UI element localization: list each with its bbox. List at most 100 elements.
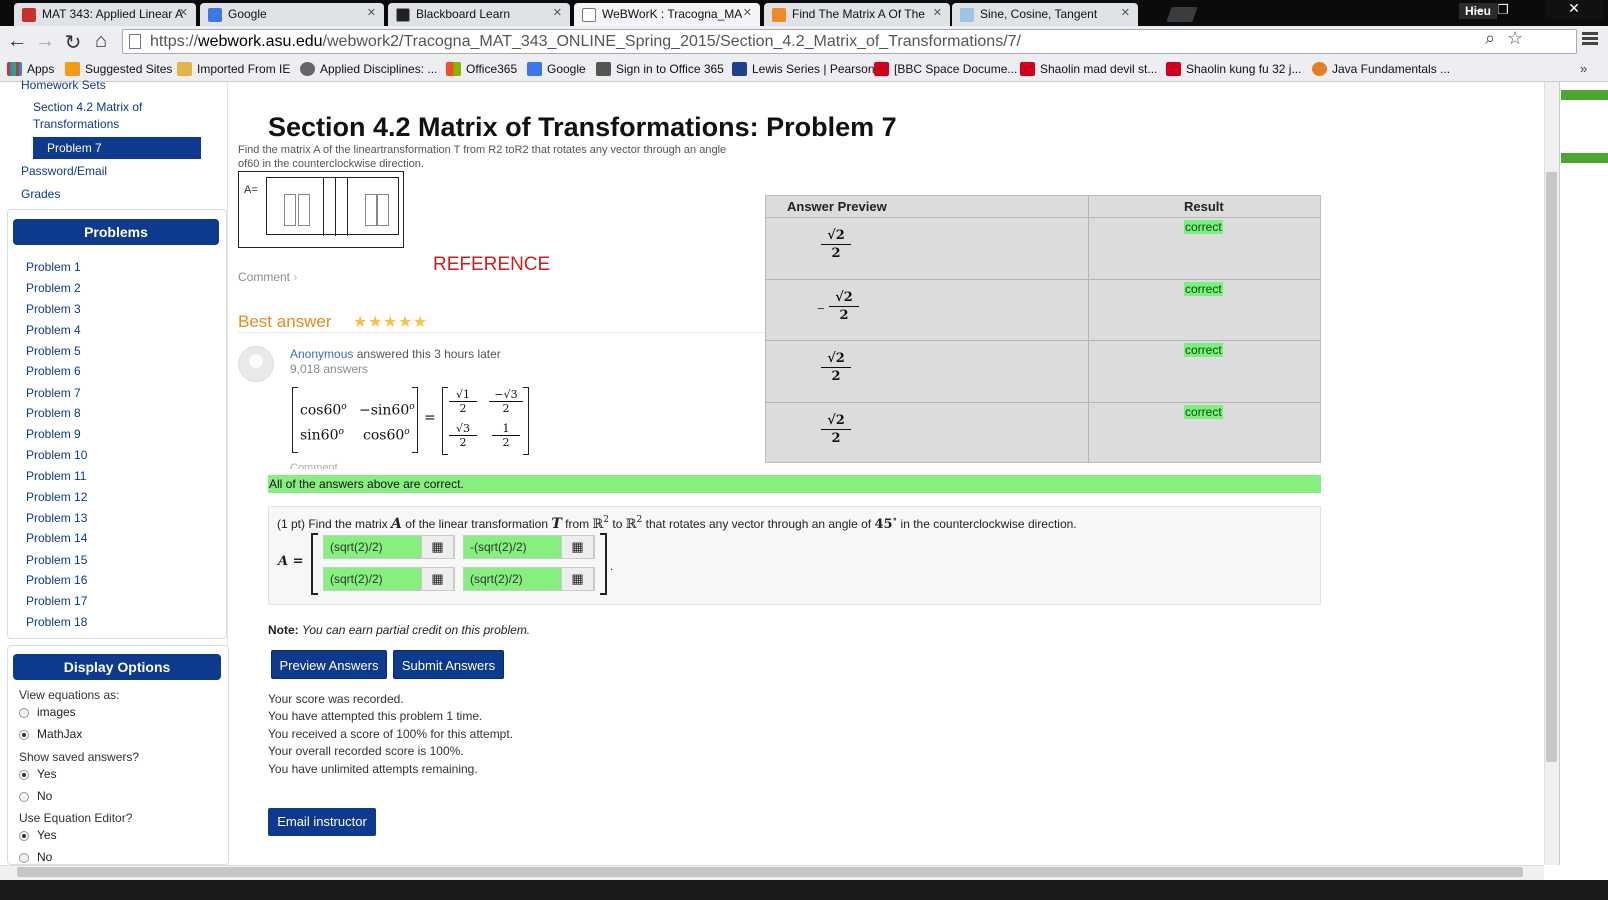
bookmark-shaolin-kung-fu[interactable]: Shaolin kung fu 32 j... (1166, 62, 1301, 76)
sidebar-password-email[interactable]: Password/Email (21, 164, 107, 178)
sidebar-item-problem-18[interactable]: Problem 18 (26, 615, 87, 629)
sidebar-section-line2[interactable]: Transformations (33, 117, 119, 131)
problem-text: to (612, 517, 623, 531)
tab-close-icon[interactable]: ✕ (743, 6, 752, 19)
overlay-question-line1: Find the matrix A of the lineartransform… (238, 144, 727, 156)
radio-editor-no[interactable] (19, 853, 29, 863)
radio-show-saved-yes[interactable] (19, 770, 29, 780)
tab-close-icon[interactable]: ✕ (553, 6, 562, 19)
bookmark-label: Lewis Series | Pearson (752, 62, 875, 76)
youtube-icon (1166, 62, 1181, 76)
sidebar-item-problem-7[interactable]: Problem 7 (26, 386, 81, 400)
sidebar-item-problem-4[interactable]: Problem 4 (26, 323, 81, 337)
chrome-menu-icon[interactable] (1582, 32, 1598, 35)
youtube-icon (874, 62, 889, 76)
bookmark-apps[interactable]: Apps (7, 62, 54, 76)
vertical-scroll-thumb[interactable] (1546, 172, 1557, 762)
problem-statement: (1 pt) Find the matrix A of the linear t… (277, 515, 1077, 532)
bookmark-lewis-series[interactable]: Lewis Series | Pearson (732, 62, 875, 76)
bookmark-office365[interactable]: Office365 (446, 62, 517, 76)
back-icon[interactable]: ← (5, 30, 29, 53)
bookmark-shaolin-mad-devil[interactable]: Shaolin mad devil st... (1020, 62, 1157, 76)
sidebar-item-problem-12[interactable]: Problem 12 (26, 490, 87, 504)
sidebar-section-line1[interactable]: Section 4.2 Matrix of (33, 100, 142, 114)
bookmark-imported-from-ie[interactable]: Imported From IE (177, 62, 290, 76)
reload-icon[interactable]: ↻ (61, 30, 85, 55)
url-scheme: https:// (150, 33, 199, 50)
fraction-4: 12 (492, 422, 520, 449)
sidebar-item-problem-11[interactable]: Problem 11 (26, 469, 86, 483)
sidebar-active-problem[interactable]: Problem 7 (33, 137, 201, 159)
bookmark-java-fundamentals[interactable]: Java Fundamentals ... (1312, 62, 1450, 76)
tab-sine-cosine[interactable]: Sine, Cosine, Tangent ✕ (952, 3, 1138, 26)
equation-editor-icon[interactable]: ▦ (421, 567, 454, 591)
tab-close-icon[interactable]: ✕ (1121, 6, 1130, 19)
search-icon[interactable]: ⌕ (1485, 28, 1495, 49)
radio-editor-yes[interactable] (19, 831, 29, 841)
sidebar-item-problem-3[interactable]: Problem 3 (26, 302, 81, 316)
bookmark-star-icon[interactable]: ☆ (1507, 28, 1523, 49)
equation-editor-icon[interactable]: ▦ (561, 535, 594, 559)
bookmark-google[interactable]: Google (527, 62, 586, 76)
table-divider (766, 340, 1320, 341)
sidebar-grades[interactable]: Grades (21, 187, 60, 201)
radio-mathjax[interactable] (19, 730, 29, 740)
matrix-neg-sin: −sin60o (359, 402, 415, 419)
address-bar[interactable]: https://webwork.asu.edu/webwork2/Tracogn… (122, 29, 1577, 54)
sidebar-item-problem-5[interactable]: Problem 5 (26, 344, 81, 358)
sidebar-homework-sets[interactable]: Homework Sets (21, 78, 106, 92)
sidebar-item-problem-1[interactable]: Problem 1 (26, 260, 81, 274)
tab-close-icon[interactable]: ✕ (367, 6, 376, 19)
tab-label: WeBWorK : Tracogna_MA (602, 7, 743, 21)
new-tab-button[interactable] (1166, 7, 1198, 22)
sidebar-item-problem-2[interactable]: Problem 2 (26, 281, 81, 295)
tab-close-icon[interactable]: ✕ (179, 6, 188, 19)
status-line: You have attempted this problem 1 time. (268, 709, 483, 723)
bracket-right (412, 387, 418, 453)
email-instructor-button[interactable]: Email instructor (268, 808, 376, 836)
preview-answers-button[interactable]: Preview Answers (271, 650, 387, 679)
answerer-line: Anonymous answered this 3 hours later (290, 347, 501, 361)
sidebar-item-problem-17[interactable]: Problem 17 (26, 594, 87, 608)
bookmark-applied-disciplines[interactable]: Applied Disciplines: ... (300, 62, 437, 76)
sidebar-item-problem-16[interactable]: Problem 16 (26, 573, 87, 587)
tab-close-icon[interactable]: ✕ (933, 6, 942, 19)
sidebar-item-problem-10[interactable]: Problem 10 (26, 448, 87, 462)
radio-editor-no-label: No (37, 850, 53, 864)
sidebar-item-problem-6[interactable]: Problem 6 (26, 364, 81, 378)
tab-find-matrix[interactable]: Find The Matrix A Of The ✕ (764, 3, 950, 26)
sidebar-item-problem-9[interactable]: Problem 9 (26, 427, 81, 441)
show-saved-answers-label: Show saved answers? (19, 750, 140, 764)
tab-blackboard[interactable]: Blackboard Learn ✕ (388, 3, 570, 26)
submit-answers-button[interactable]: Submit Answers (393, 650, 504, 679)
tab-webwork[interactable]: WeBWorK : Tracogna_MA ✕ (574, 3, 760, 26)
sidebar-item-problem-13[interactable]: Problem 13 (26, 511, 87, 525)
sidebar-item-problem-8[interactable]: Problem 8 (26, 406, 81, 420)
tab-mat343[interactable]: MAT 343: Applied Linear A ✕ (14, 3, 196, 26)
answerer-name[interactable]: Anonymous (290, 347, 353, 361)
equation-editor-icon[interactable]: ▦ (421, 535, 454, 559)
tab-google[interactable]: Google ✕ (200, 3, 384, 26)
radio-images[interactable] (19, 708, 29, 718)
preview-fraction-2: √2 2 (829, 290, 859, 323)
bookmark-suggested-sites[interactable]: Suggested Sites (65, 62, 172, 76)
bookmark-sign-in-office[interactable]: Sign in to Office 365 (596, 62, 724, 76)
restore-icon[interactable]: ❐ (1490, 2, 1516, 18)
bookmark-bbc-space[interactable]: [BBC Space Docume... (874, 62, 1017, 76)
matrix-grid (266, 177, 399, 236)
equation-editor-icon[interactable]: ▦ (561, 567, 594, 591)
minimize-icon[interactable]: – (1465, 2, 1491, 17)
sidebar-item-problem-14[interactable]: Problem 14 (26, 531, 87, 545)
bookmarks-overflow-icon[interactable]: » (1580, 61, 1587, 76)
youtube-icon (1020, 62, 1035, 76)
radio-mathjax-label: MathJax (37, 727, 83, 741)
forward-icon[interactable]: → (33, 30, 57, 53)
window-close-icon[interactable]: ✕ (1545, 0, 1603, 19)
horizontal-scroll-thumb[interactable] (17, 867, 1523, 877)
display-options-heading: Display Options (13, 654, 221, 680)
office-icon (446, 62, 461, 76)
comment-link[interactable]: Comment › (238, 270, 297, 284)
home-icon[interactable]: ⌂ (89, 30, 113, 53)
sidebar-item-problem-15[interactable]: Problem 15 (26, 553, 87, 567)
radio-show-saved-no[interactable] (19, 792, 29, 802)
